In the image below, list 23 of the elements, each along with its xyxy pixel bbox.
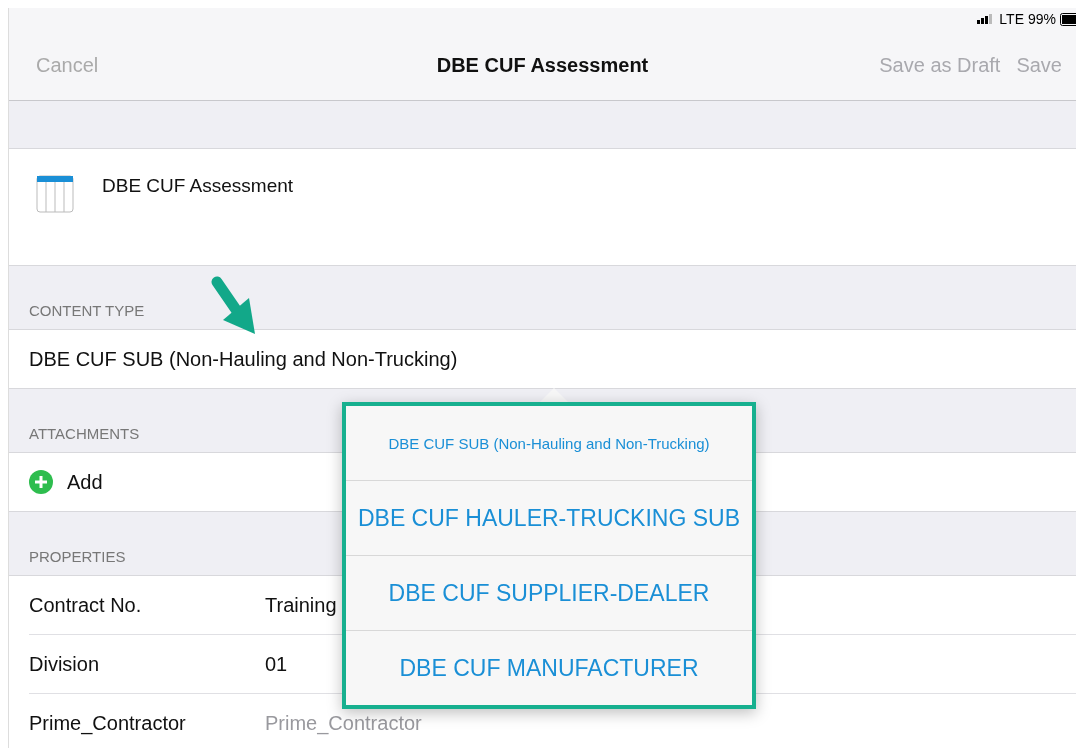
content-type-option[interactable]: DBE CUF SUPPLIER-DEALER xyxy=(346,555,752,630)
network-label: LTE xyxy=(999,11,1024,27)
content-type-option[interactable]: DBE CUF HAULER-TRUCKING SUB xyxy=(346,480,752,555)
form-title: DBE CUF Assessment xyxy=(102,175,294,197)
nav-title: DBE CUF Assessment xyxy=(436,53,649,77)
cancel-button[interactable]: Cancel xyxy=(36,53,99,77)
property-label: Prime_Contractor xyxy=(29,711,187,735)
table-icon xyxy=(36,175,74,213)
content-type-option[interactable]: DBE CUF MANUFACTURER xyxy=(346,630,752,705)
content-type-value[interactable]: DBE CUF SUB (Non-Hauling and Non-Trucking) xyxy=(29,347,458,371)
add-icon[interactable] xyxy=(29,470,53,494)
property-value[interactable]: Training xyxy=(265,593,337,617)
battery-percent: 99% xyxy=(1027,11,1056,27)
content-type-option[interactable]: DBE CUF SUB (Non-Hauling and Non-Trucking) xyxy=(346,406,752,480)
property-input[interactable]: Prime_Contractor xyxy=(265,711,525,735)
add-attachment-link[interactable]: Add xyxy=(67,470,103,494)
content-type-row[interactable]: DBE CUF SUB (Non-Hauling and Non-Trucking) xyxy=(9,330,1076,389)
section-heading: ATTACHMENTS xyxy=(29,425,140,442)
property-value[interactable]: 01 xyxy=(265,652,288,676)
property-label: Contract No. xyxy=(29,593,143,617)
property-label: Division xyxy=(29,652,101,676)
section-heading: PROPERTIES xyxy=(29,548,126,565)
section-heading: CONTENT TYPE xyxy=(29,302,145,319)
